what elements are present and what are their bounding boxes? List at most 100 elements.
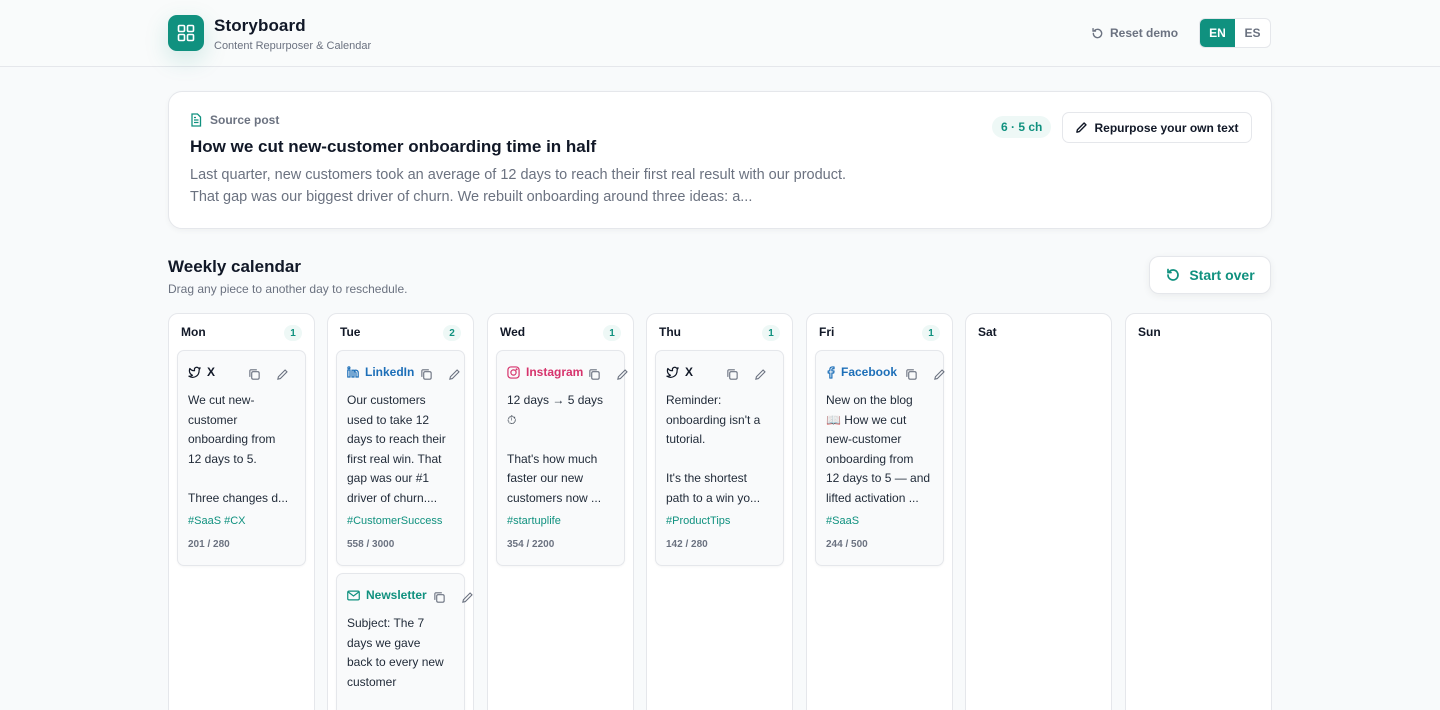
weekly-calendar-subtitle: Drag any piece to another day to resched… bbox=[168, 282, 408, 296]
edit-icon[interactable] bbox=[446, 366, 462, 382]
post-text: Reminder: onboarding isn't a tutorial. I… bbox=[666, 393, 761, 505]
post-text: New on the blog 📖 How we cut new-custome… bbox=[826, 393, 931, 505]
day-name: Mon bbox=[181, 325, 206, 339]
source-post-label: Source post bbox=[210, 113, 280, 127]
post-char-count: 201 / 280 bbox=[188, 539, 230, 550]
copy-icon[interactable] bbox=[903, 366, 919, 382]
post-actions bbox=[246, 366, 290, 382]
edit-icon[interactable] bbox=[274, 366, 290, 382]
source-post-card: Source post How we cut new-customer onbo… bbox=[168, 91, 1272, 229]
edit-icon[interactable] bbox=[614, 366, 630, 382]
post-card-facebook[interactable]: Facebook New on the blog 📖 How we cut ne… bbox=[815, 350, 947, 566]
day-count-badge: 2 bbox=[443, 325, 461, 341]
copy-icon[interactable] bbox=[431, 589, 447, 605]
edit-icon[interactable] bbox=[752, 366, 768, 382]
post-char-count: 244 / 500 bbox=[826, 539, 868, 550]
post-text: 12 days → 5 days ⏱ That's how much faste… bbox=[507, 393, 604, 505]
document-icon bbox=[191, 113, 202, 127]
day-name: Thu bbox=[659, 325, 681, 339]
post-platform: LinkedIn bbox=[347, 365, 414, 379]
app-subtitle: Content Repurposer & Calendar bbox=[214, 40, 372, 52]
post-actions bbox=[431, 589, 475, 605]
post-actions bbox=[586, 366, 630, 382]
post-tags: #startuplife bbox=[507, 515, 561, 527]
repurpose-label: Repurpose your own text bbox=[1094, 120, 1239, 135]
day-count-badge: 1 bbox=[284, 325, 302, 341]
post-actions bbox=[418, 366, 462, 382]
post-platform: X bbox=[666, 365, 693, 379]
lang-en-button[interactable]: EN bbox=[1200, 19, 1235, 47]
day-column-thu[interactable]: Thu 1 X Reminder: onboarding isn't a tut… bbox=[646, 313, 793, 710]
day-column-sat[interactable]: Sat bbox=[965, 313, 1112, 710]
start-over-button[interactable]: Start over bbox=[1149, 256, 1271, 294]
day-column-mon[interactable]: Mon 1 X We cut new- customer onboarding … bbox=[168, 313, 315, 710]
post-char-count: 142 / 280 bbox=[666, 539, 708, 550]
reset-icon bbox=[1092, 27, 1103, 38]
post-tags: #ProductTips bbox=[666, 515, 731, 527]
start-over-label: Start over bbox=[1189, 267, 1255, 283]
post-tags: #SaaS bbox=[826, 515, 860, 527]
post-card-x[interactable]: X We cut new- customer onboarding from 1… bbox=[177, 350, 306, 566]
post-tags: #SaaS #CX bbox=[188, 515, 246, 527]
day-name: Fri bbox=[819, 325, 835, 339]
copy-icon[interactable] bbox=[418, 366, 434, 382]
platform-name: X bbox=[207, 365, 216, 379]
platform-name: X bbox=[685, 365, 694, 379]
source-post-header: Source post bbox=[190, 113, 279, 127]
instagram-icon bbox=[507, 365, 520, 379]
post-text: Our customers used to take 12 days to re… bbox=[347, 393, 446, 505]
day-count-badge: 1 bbox=[922, 325, 940, 341]
post-platform: Facebook bbox=[826, 365, 897, 379]
x-icon bbox=[666, 366, 679, 378]
day-name: Tue bbox=[340, 325, 361, 339]
post-tags: #CustomerSuccess bbox=[347, 515, 443, 527]
edit-icon[interactable] bbox=[459, 589, 475, 605]
post-card-linkedin[interactable]: LinkedIn Our customers used to take 12 d… bbox=[336, 350, 465, 566]
post-actions bbox=[724, 366, 768, 382]
language-toggle: EN ES bbox=[1199, 18, 1271, 48]
edit-icon[interactable] bbox=[931, 366, 947, 382]
post-text: Subject: The 7 days we gave back to ever… bbox=[347, 616, 444, 689]
post-actions bbox=[903, 366, 947, 382]
copy-icon[interactable] bbox=[724, 366, 740, 382]
post-card-x[interactable]: X Reminder: onboarding isn't a tutorial.… bbox=[655, 350, 784, 566]
day-column-fri[interactable]: Fri 1 Facebook New on the blog 📖 How we … bbox=[806, 313, 953, 710]
app-logo bbox=[168, 15, 204, 51]
post-platform: Instagram bbox=[507, 365, 583, 379]
day-column-sun[interactable]: Sun bbox=[1125, 313, 1272, 710]
day-name: Sat bbox=[978, 325, 997, 339]
day-column-wed[interactable]: Wed 1 Instagram 12 days → 5 days ⏱ That'… bbox=[487, 313, 634, 710]
platform-name: Instagram bbox=[526, 365, 584, 379]
top-bar: Storyboard Content Repurposer & Calendar… bbox=[0, 0, 1440, 67]
day-count-badge: 1 bbox=[762, 325, 780, 341]
copy-icon[interactable] bbox=[246, 366, 262, 382]
platform-name: Facebook bbox=[841, 365, 898, 379]
reset-demo-button[interactable]: Reset demo bbox=[1091, 24, 1178, 42]
post-card-newsletter[interactable]: Newsletter Subject: The 7 days we gave b… bbox=[336, 573, 473, 710]
platform-name: LinkedIn bbox=[365, 365, 415, 379]
linkedin-icon bbox=[347, 366, 359, 378]
post-text: We cut new- customer onboarding from 12 … bbox=[188, 393, 289, 505]
app-title: Storyboard bbox=[214, 16, 306, 35]
pencil-icon bbox=[1076, 122, 1088, 133]
post-char-count: 558 / 3000 bbox=[347, 539, 395, 550]
source-meta-badge: 6 · 5 ch bbox=[992, 116, 1052, 138]
platform-name: Newsletter bbox=[366, 588, 427, 602]
post-card-instagram[interactable]: Instagram 12 days → 5 days ⏱ That's how … bbox=[496, 350, 628, 566]
x-icon bbox=[188, 366, 201, 378]
post-platform: Newsletter bbox=[347, 588, 427, 602]
lang-es-button[interactable]: ES bbox=[1235, 19, 1270, 47]
source-post-title: How we cut new-customer onboarding time … bbox=[190, 137, 597, 156]
source-post-body: Last quarter, new customers took an aver… bbox=[190, 167, 847, 205]
repurpose-own-text-button[interactable]: Repurpose your own text bbox=[1062, 112, 1252, 143]
day-name: Sun bbox=[1138, 325, 1161, 339]
reset-demo-label: Reset demo bbox=[1110, 26, 1179, 40]
day-name: Wed bbox=[500, 325, 526, 339]
day-column-tue[interactable]: Tue 2 LinkedIn Our customers used to tak… bbox=[327, 313, 474, 710]
copy-icon[interactable] bbox=[586, 366, 602, 382]
grid-icon bbox=[177, 24, 195, 42]
post-char-count: 354 / 2200 bbox=[507, 539, 555, 550]
day-count-badge: 1 bbox=[603, 325, 621, 341]
post-platform: X bbox=[188, 365, 215, 379]
mail-icon bbox=[347, 590, 360, 600]
